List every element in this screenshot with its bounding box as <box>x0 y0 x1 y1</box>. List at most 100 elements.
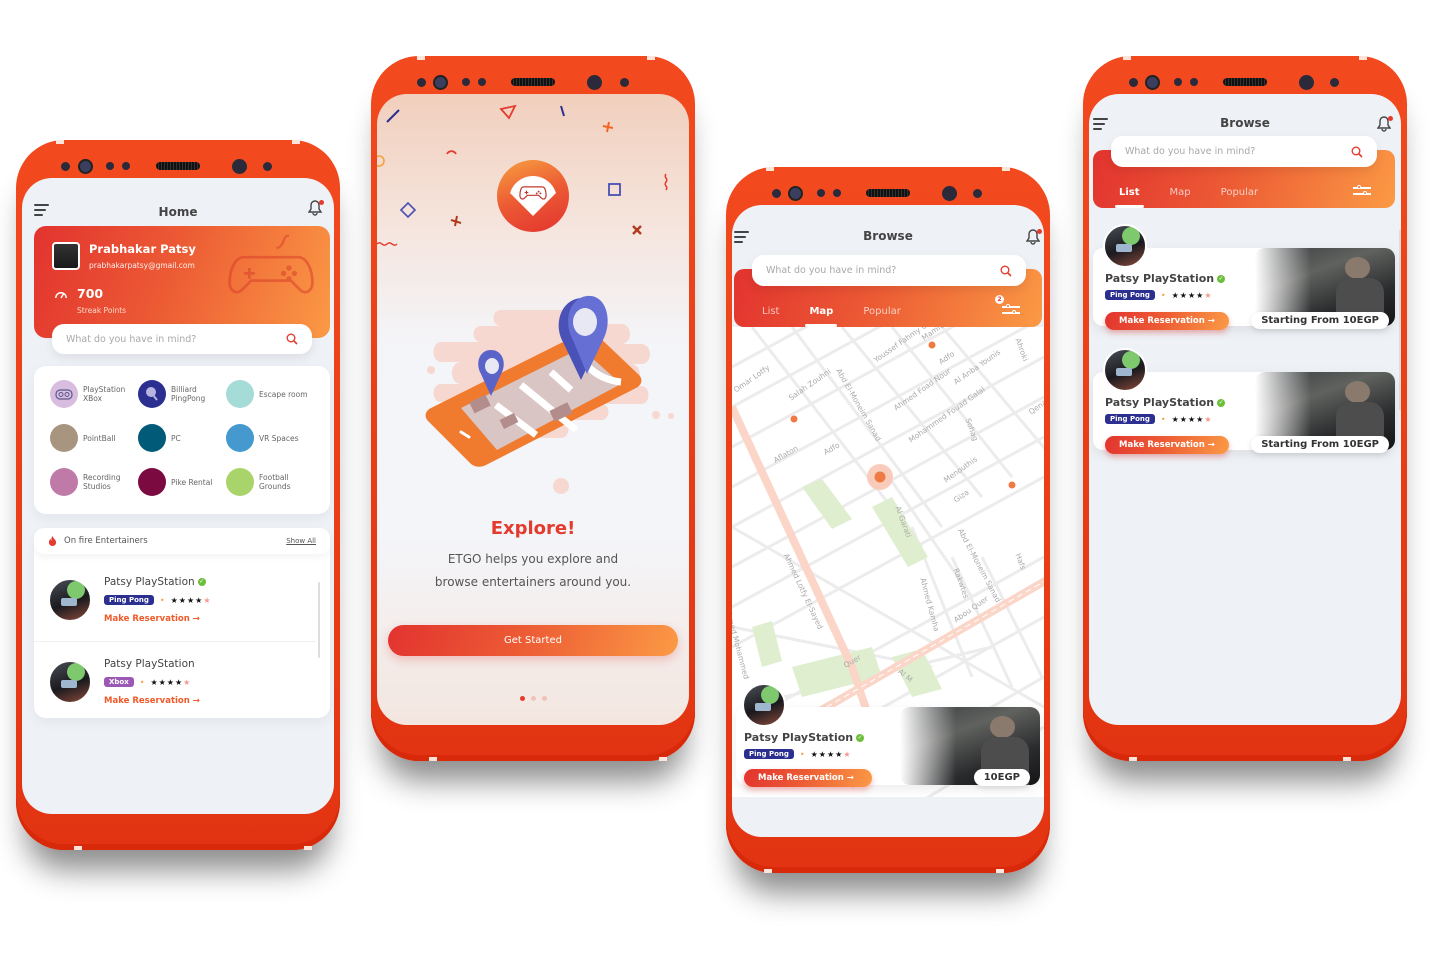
browse-topbar: Browse <box>732 205 1044 253</box>
profile-card[interactable]: Prabhakar Patsy prabhakarpatsy@gmail.com… <box>34 226 330 338</box>
browse-search-bar[interactable] <box>1111 136 1377 167</box>
home-screen: Home Prabhakar Patsy prabhakarpatsy@gmai… <box>22 178 334 814</box>
gamepad-watermark-icon <box>228 234 314 294</box>
page-dot[interactable] <box>541 696 547 701</box>
category-tag: Ping Pong <box>1105 414 1155 424</box>
home-search-bar[interactable] <box>52 324 312 354</box>
menu-icon[interactable] <box>734 231 749 246</box>
category-circle-icon <box>138 468 166 496</box>
meta-row: Ping Pong • ★★★★★ <box>1105 290 1212 300</box>
rating-stars: ★★★★★ <box>810 749 852 759</box>
meta-row: Ping Pong • ★★★★★ <box>744 749 851 759</box>
entertainer-name: Patsy PlayStation <box>104 576 195 588</box>
entertainer-card[interactable]: Patsy PlayStation ✓ Ping Pong • ★★★★★ Make Re… <box>1093 224 1395 344</box>
onboarding-heading: Explore! <box>490 518 576 539</box>
search-input[interactable] <box>1125 146 1351 157</box>
verified-icon: ✓ <box>856 734 865 742</box>
make-reservation-button[interactable]: Make Reservation → <box>1105 312 1229 330</box>
onboarding-body-line1: ETGO helps you explore and <box>447 552 619 566</box>
onboarding-screen: Explore! ETGO helps you explore and brow… <box>377 94 689 725</box>
category-item[interactable]: PointBall <box>50 424 138 452</box>
entertainer-name: Patsy PlayStation <box>744 731 854 744</box>
category-circle-icon <box>226 424 254 452</box>
category-circle-icon <box>226 380 254 408</box>
tab-list[interactable]: List <box>762 306 779 327</box>
scrollbar[interactable] <box>318 582 320 658</box>
filter-icon[interactable] <box>1353 184 1371 196</box>
page-title: Home <box>158 205 198 219</box>
category-circle-icon <box>50 424 78 452</box>
meta-row: Ping Pong • ★★★★★ <box>104 595 211 605</box>
entertainer-avatar <box>1103 348 1147 392</box>
phone-sensors <box>16 156 340 176</box>
category-item[interactable]: VR Spaces <box>226 424 314 452</box>
search-input[interactable] <box>66 333 286 345</box>
verified-icon: ✓ <box>197 578 206 586</box>
user-avatar <box>52 242 80 270</box>
notification-dot <box>1037 229 1042 234</box>
search-input[interactable] <box>766 265 1000 276</box>
search-icon[interactable] <box>1000 265 1012 277</box>
streak-points-label: Streak Points <box>77 306 127 315</box>
user-email: prabhakarpatsy@gmail.com <box>89 261 195 270</box>
category-label: PC <box>171 433 181 443</box>
phone-sensors <box>726 183 1050 203</box>
categories-card: PlayStation XBox Billiard PingPong Escape … <box>34 366 330 514</box>
page-dot[interactable] <box>530 696 536 701</box>
category-tag: Ping Pong <box>104 595 154 605</box>
make-reservation-link[interactable]: Make Reservation → <box>104 696 200 706</box>
page-dot-active[interactable] <box>519 696 525 701</box>
scrollbar[interactable] <box>1399 230 1401 410</box>
make-reservation-link[interactable]: Make Reservation → <box>104 614 200 624</box>
price-label: 10EGP <box>973 769 1030 786</box>
category-tag: Ping Pong <box>744 749 794 759</box>
on-fire-header: On fire Entertainers Show All <box>34 528 330 554</box>
entertainer-list-item[interactable]: Patsy PlayStation ✓ Ping Pong • ★★★★★ Make Re… <box>34 568 316 642</box>
user-name: Prabhakar Patsy <box>89 242 196 256</box>
gauge-icon <box>55 292 67 299</box>
page-indicator <box>377 696 689 701</box>
filter-icon[interactable] <box>1002 303 1020 315</box>
make-reservation-button[interactable]: Make Reservation → <box>1105 436 1229 454</box>
category-item[interactable]: Billiard PingPong <box>138 380 226 408</box>
entertainer-name-row: Patsy PlayStation ✓ <box>104 576 206 588</box>
tab-list[interactable]: List <box>1115 187 1144 208</box>
rating-stars: ★★★★★ <box>150 677 192 687</box>
entertainer-list-item[interactable]: Patsy PlayStation Xbox • ★★★★★ Make Reservat… <box>34 650 316 724</box>
category-label: Pike Rental <box>171 477 213 487</box>
entertainer-avatar <box>742 683 786 727</box>
browse-search-bar[interactable] <box>752 255 1026 286</box>
search-icon[interactable] <box>1351 146 1363 158</box>
category-item[interactable]: Football Grounds <box>226 468 314 496</box>
price-label: Starting From 10EGP <box>1251 436 1389 453</box>
tab-popular[interactable]: Popular <box>863 306 901 327</box>
streak-points-value: 700 <box>77 286 104 301</box>
phone-onboarding: Explore! ETGO helps you explore and brow… <box>371 56 695 761</box>
gamepad-icon <box>519 186 547 200</box>
phone-sensors <box>371 72 695 92</box>
category-item[interactable]: Recording Studios <box>50 468 138 496</box>
entertainer-avatar <box>1103 224 1147 268</box>
category-label: Billiard PingPong <box>171 385 206 403</box>
category-item[interactable]: Escape room <box>226 380 314 408</box>
menu-icon[interactable] <box>34 204 49 219</box>
show-all-link[interactable]: Show All <box>286 537 316 545</box>
entertainer-card[interactable]: Patsy PlayStation ✓ Ping Pong • ★★★★★ Make Re… <box>1093 348 1395 468</box>
entertainer-avatar <box>48 660 92 704</box>
search-icon[interactable] <box>286 333 298 345</box>
category-item[interactable]: PlayStation XBox <box>50 380 138 408</box>
category-item[interactable]: Pike Rental <box>138 468 226 496</box>
browse-topbar: Browse <box>1089 94 1401 142</box>
category-item[interactable]: PC <box>138 424 226 452</box>
map-entertainer-card[interactable]: Patsy PlayStation ✓ Ping Pong • ★★★★★ Mak… <box>736 683 1040 803</box>
make-reservation-button[interactable]: Make Reservation → <box>744 769 872 787</box>
fire-icon <box>48 535 57 546</box>
phone-browse-list: Browse List Map Popular Patsy PlayStation✓… <box>1083 56 1407 761</box>
tab-map[interactable]: Map <box>1170 187 1191 208</box>
tab-popular[interactable]: Popular <box>1221 187 1259 208</box>
tab-map[interactable]: Map <box>805 306 838 327</box>
category-label: Football Grounds <box>259 473 291 491</box>
menu-icon[interactable] <box>1093 118 1108 133</box>
get-started-button[interactable]: Get Started <box>388 625 678 656</box>
category-label: PointBall <box>83 433 116 443</box>
